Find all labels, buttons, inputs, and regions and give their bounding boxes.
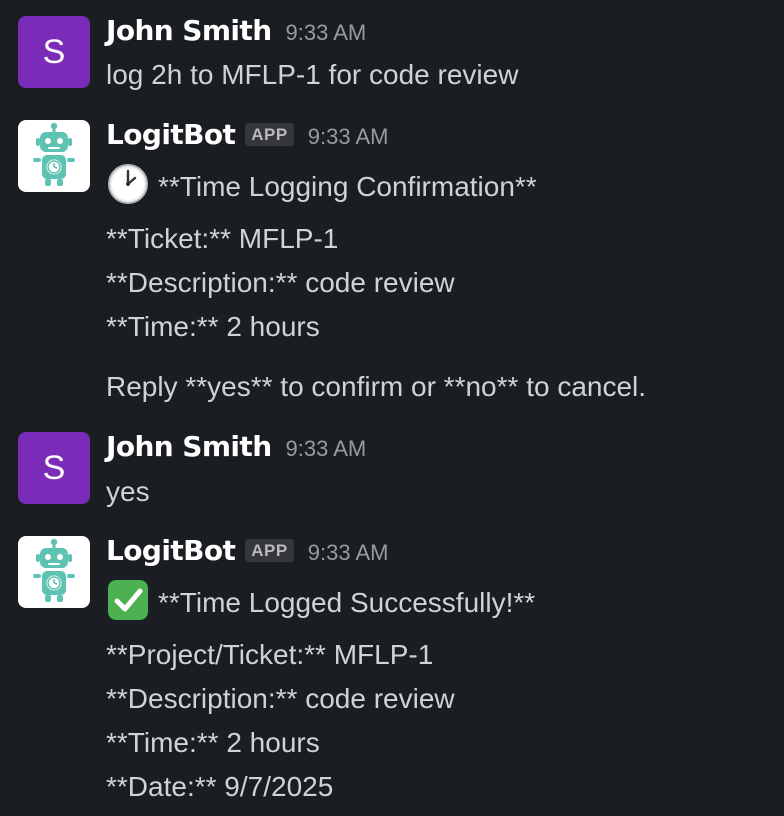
avatar-letter: S — [42, 448, 66, 487]
message-feed: S John Smith 9:33 AM log 2h to MFLP-1 fo… — [0, 0, 784, 816]
robot-icon — [33, 538, 75, 602]
message-header: LogitBot APP 9:33 AM — [106, 118, 388, 151]
avatar[interactable] — [18, 120, 90, 192]
avatar-letter: S — [42, 32, 66, 71]
clock-icon — [108, 164, 148, 204]
avatar[interactable] — [18, 536, 90, 608]
author-name[interactable]: LogitBot — [106, 118, 236, 151]
message-header: LogitBot APP 9:33 AM — [106, 534, 388, 567]
timestamp[interactable]: 9:33 AM — [286, 436, 367, 462]
confirmation-title: **Time Logging Confirmation** — [158, 171, 537, 202]
timestamp[interactable]: 9:33 AM — [308, 540, 389, 566]
message-text: log 2h to MFLP-1 for code review — [106, 59, 519, 90]
author-name[interactable]: John Smith — [106, 14, 272, 47]
message-text: yes — [106, 476, 150, 507]
robot-icon — [33, 122, 75, 186]
message-line: **Time Logged Successfully!** — [106, 578, 535, 622]
avatar[interactable]: S — [18, 432, 90, 504]
author-name[interactable]: John Smith — [106, 430, 272, 463]
message-header: John Smith 9:33 AM — [106, 14, 366, 47]
reply-instruction: Reply **yes** to confirm or **no** to ca… — [106, 371, 647, 402]
app-badge: APP — [245, 123, 294, 146]
avatar[interactable]: S — [18, 16, 90, 88]
time-line: **Time:** 2 hours — [106, 311, 320, 342]
ticket-line: **Project/Ticket:** MFLP-1 — [106, 639, 434, 670]
date-line: **Date:** 9/7/2025 — [106, 771, 334, 802]
ticket-line: **Ticket:** MFLP-1 — [106, 223, 339, 254]
description-line: **Description:** code review — [106, 683, 455, 714]
author-name[interactable]: LogitBot — [106, 534, 236, 567]
time-line: **Time:** 2 hours — [106, 727, 320, 758]
description-line: **Description:** code review — [106, 267, 455, 298]
timestamp[interactable]: 9:33 AM — [286, 20, 367, 46]
app-badge: APP — [245, 539, 294, 562]
success-title: **Time Logged Successfully!** — [158, 587, 536, 618]
check-icon — [108, 580, 148, 620]
message-header: John Smith 9:33 AM — [106, 430, 366, 463]
message-line: **Time Logging Confirmation** — [106, 162, 537, 206]
timestamp[interactable]: 9:33 AM — [308, 124, 389, 150]
